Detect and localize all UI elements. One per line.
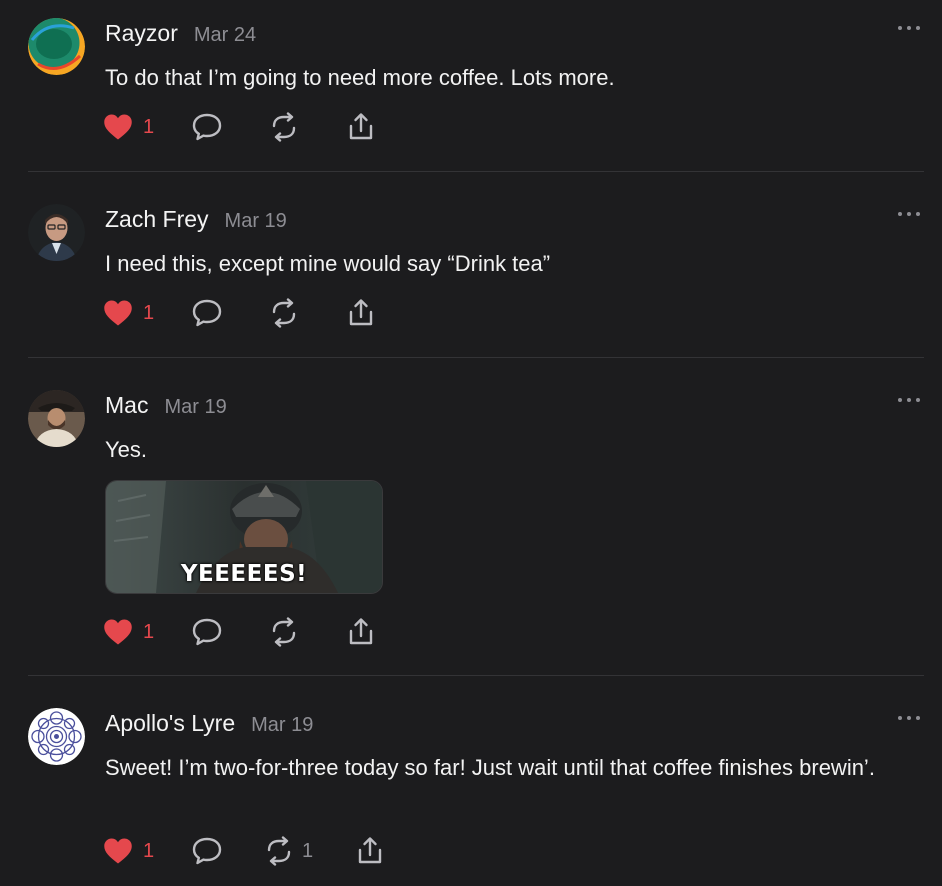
post-feed: Rayzor Mar 24 To do that I’m going to ne… [0,0,942,886]
share-button[interactable] [346,296,376,330]
post-header: Mac Mar 19 [105,392,227,419]
repost-arrows-icon [267,836,291,866]
post-actions: 1 [103,110,403,144]
repost-button[interactable] [269,615,299,649]
more-options-button[interactable] [898,394,920,406]
share-button[interactable] [346,110,376,144]
post-item[interactable]: Apollo's Lyre Mar 19 Sweet! I’m two-for-… [0,690,942,886]
post-header: Apollo's Lyre Mar 19 [105,710,313,737]
speech-bubble-icon [192,618,222,646]
post-item[interactable]: Rayzor Mar 24 To do that I’m going to ne… [0,0,942,171]
reply-button[interactable] [191,615,223,649]
avatar-mac[interactable] [28,390,85,447]
divider [28,357,924,358]
speech-bubble-icon [192,299,222,327]
repost-button[interactable] [269,110,299,144]
post-actions: 1 [103,615,403,649]
heart-icon [104,300,132,326]
avatar-zach-frey[interactable] [28,204,85,261]
gif-caption: YEEEEES! [180,561,308,587]
like-button[interactable]: 1 [103,834,154,868]
share-button[interactable] [355,834,385,868]
post-date[interactable]: Mar 19 [225,210,287,233]
gif-embed[interactable]: YEEEEES! [105,480,383,594]
more-options-button[interactable] [898,208,920,220]
repost-arrows-icon [272,298,296,328]
like-count: 1 [143,301,155,324]
heart-icon [104,838,132,864]
avatar-rayzor[interactable] [28,18,85,75]
post-item[interactable]: Mac Mar 19 Yes. YEEEEES! 1 [0,372,942,675]
post-header: Zach Frey Mar 19 [105,206,287,233]
avatar-apollos-lyre[interactable] [28,708,85,765]
like-count: 1 [143,620,155,643]
post-item[interactable]: Zach Frey Mar 19 I need this, except min… [0,186,942,357]
ellipsis-icon [898,398,902,402]
share-upload-icon [349,113,373,140]
more-options-button[interactable] [898,712,920,724]
heart-icon [104,619,132,645]
post-actions: 1 [103,296,403,330]
post-actions: 1 1 [103,834,403,868]
repost-count: 1 [302,839,314,862]
post-date[interactable]: Mar 24 [194,24,256,47]
like-button[interactable]: 1 [103,110,154,144]
speech-bubble-icon [192,837,222,865]
divider [28,675,924,676]
reply-button[interactable] [191,110,223,144]
like-count: 1 [143,115,155,138]
divider [28,171,924,172]
share-upload-icon [358,837,382,864]
share-button[interactable] [346,615,376,649]
more-options-button[interactable] [898,22,920,34]
post-header: Rayzor Mar 24 [105,20,256,47]
like-button[interactable]: 1 [103,296,154,330]
post-text: To do that I’m going to need more coffee… [105,65,615,90]
reply-button[interactable] [191,296,223,330]
share-upload-icon [349,299,373,326]
like-count: 1 [143,839,155,862]
author-name[interactable]: Zach Frey [105,206,209,233]
post-date[interactable]: Mar 19 [164,396,226,419]
author-name[interactable]: Apollo's Lyre [105,710,235,737]
like-button[interactable]: 1 [103,615,154,649]
repost-button[interactable] [269,296,299,330]
author-name[interactable]: Rayzor [105,20,178,47]
ellipsis-icon [898,716,902,720]
share-upload-icon [349,618,373,645]
ellipsis-icon [898,26,902,30]
author-name[interactable]: Mac [105,392,148,419]
ellipsis-icon [898,212,902,216]
reply-button[interactable] [191,834,223,868]
repost-arrows-icon [272,617,296,647]
post-date[interactable]: Mar 19 [251,714,313,737]
post-text: Sweet! I’m two-for-three today so far! J… [105,755,875,780]
speech-bubble-icon [192,113,222,141]
post-text: Yes. [105,437,148,462]
repost-button[interactable]: 1 [264,834,313,868]
heart-icon [104,114,132,140]
repost-arrows-icon [272,112,296,142]
post-text: I need this, except mine would say “Drin… [105,251,551,276]
